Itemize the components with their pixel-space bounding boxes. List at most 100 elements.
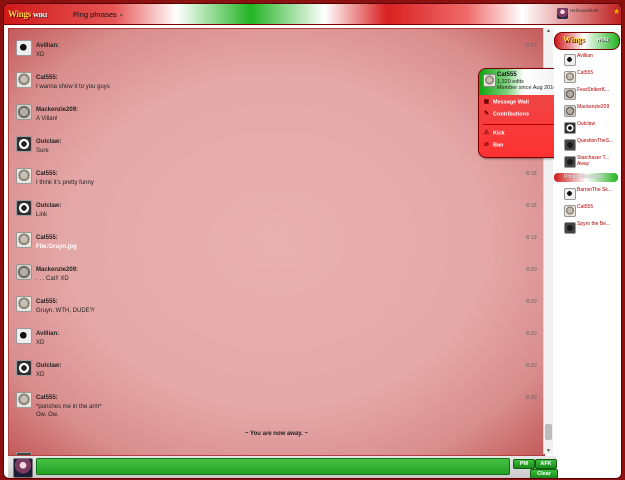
clear-button[interactable]: Clear <box>530 469 558 478</box>
contributions-icon: ✎ <box>483 111 490 117</box>
ban-icon: ⊘ <box>483 142 490 148</box>
user-avatar <box>564 105 576 117</box>
contributions-action[interactable]: ✎ Contributions <box>483 111 557 120</box>
message-avatar[interactable] <box>16 392 32 408</box>
message-avatar[interactable] <box>16 40 32 56</box>
message-timestamp: 8:17 <box>526 43 537 49</box>
user-list-sidebar: ▼ Wings WIKI Avillian Cat555 FearStrikerK.… <box>554 28 620 454</box>
chat-message: QuestionTheSandwing:8:21 <box>9 449 544 455</box>
message-text: . . . Cat!! XD <box>36 276 69 282</box>
room-title-text: Ping phrases <box>73 10 117 19</box>
ban-action[interactable]: ⊘ Ban <box>483 142 557 151</box>
wiki-logo[interactable]: Wings WIKI <box>8 7 58 21</box>
current-user-avatar[interactable] <box>557 8 568 19</box>
message-avatar[interactable] <box>16 360 32 376</box>
chat-message: Cat555: File:Gruyn.jpg 8:19 <box>9 229 544 257</box>
message-avatar[interactable] <box>16 104 32 120</box>
message-username[interactable]: Outclaw: <box>36 363 61 369</box>
chat-message: Outclaw: XD 8:20 <box>9 357 544 385</box>
message-timestamp: 8:20 <box>526 395 537 401</box>
message-username[interactable]: Cat555: <box>36 235 58 241</box>
scroll-down-icon[interactable]: ▼ <box>545 448 552 454</box>
user-name: Outclaw <box>577 121 596 127</box>
scroll-up-icon[interactable]: ▲ <box>545 28 552 34</box>
popup-member-since: Member since Aug 2014 <box>497 85 557 91</box>
chat-message: Outclaw: Link 8:18 <box>9 197 544 225</box>
sidebar-user[interactable]: Mackenzie209 <box>564 103 616 117</box>
message-username[interactable]: Cat555: <box>36 299 58 305</box>
popup-header: Cat555 1,320 edits Member since Aug 2014 <box>479 69 560 95</box>
afk-button[interactable]: AFK <box>535 459 557 469</box>
room-title[interactable]: Ping phrases ▼ <box>73 10 124 19</box>
message-text: Gruyn. WTH, DUDE?! <box>36 308 95 314</box>
sidebar-user[interactable]: Outclaw <box>564 120 616 134</box>
message-avatar[interactable] <box>16 72 32 88</box>
chat-message: Outclaw:Sure8:18 <box>9 133 544 161</box>
private-message-user[interactable]: Cat555 <box>564 203 616 217</box>
message-text: A Villan! <box>36 116 58 122</box>
user-name: Mackenzie209 <box>577 104 610 110</box>
sidebar-user[interactable]: Starchaser T... Away <box>564 154 616 168</box>
private-message-user[interactable]: Spyro the Be... <box>564 220 616 234</box>
sidebar-logo-text: Wings <box>563 35 585 44</box>
popup-username: Cat555 <box>497 72 517 78</box>
message-avatar[interactable] <box>16 328 32 344</box>
away-notice: ~ You are now away. ~ <box>244 431 309 437</box>
message-avatar[interactable] <box>16 264 32 280</box>
chat-message: Avillian: XD 8:20 <box>9 325 544 353</box>
user-avatar <box>564 54 576 66</box>
message-avatar[interactable] <box>16 200 32 216</box>
sidebar-user[interactable]: Cat555 <box>564 69 616 83</box>
user-popup: Cat555 1,320 edits Member since Aug 2014… <box>478 68 561 158</box>
user-avatar <box>564 156 576 168</box>
private-message-user[interactable]: BarronThe Sk... <box>564 186 616 200</box>
message-username[interactable]: Cat555: <box>36 75 58 81</box>
chat-message: Cat555: *punches me in the arm* Ow. Ow. 8:… <box>9 389 544 418</box>
message-username[interactable]: Avillian: <box>36 43 59 49</box>
message-wall-icon: ▣ <box>483 99 490 105</box>
message-text: Link <box>36 212 48 218</box>
message-input[interactable] <box>36 458 510 475</box>
popup-avatar <box>483 74 496 87</box>
message-username[interactable]: Mackenzie209: <box>36 267 78 273</box>
message-avatar[interactable] <box>16 168 32 184</box>
message-username[interactable]: Outclaw: <box>36 139 61 145</box>
chat-message: Cat555:I wanna show it to you guys8:17 <box>9 69 544 97</box>
current-user-name[interactable]: Hellosparklebr... <box>570 8 614 13</box>
action-label: Contributions <box>493 111 530 118</box>
message-avatar[interactable] <box>16 136 32 152</box>
message-text: Sure <box>36 148 49 154</box>
sidebar-user[interactable]: FearStrikerK... <box>564 86 616 100</box>
message-wall-action[interactable]: ▣ Message Wall <box>483 99 557 108</box>
star-icon[interactable]: ★ <box>613 8 620 16</box>
sidebar-wiki-logo[interactable]: ▼ Wings WIKI <box>554 32 620 50</box>
logo-wiki-text: WIKI <box>32 13 47 19</box>
message-text: XD <box>36 52 45 58</box>
dropdown-arrow-icon: ▼ <box>118 13 124 19</box>
chat-log[interactable]: Avillian: XD 8:17 Cat555: I wanna show it to… <box>8 28 545 456</box>
private-messages-header[interactable]: Private Messages <box>554 173 618 182</box>
sidebar-user[interactable]: Avillian <box>564 52 616 66</box>
pm-button[interactable]: PM <box>513 459 535 469</box>
kick-action[interactable]: ⚠ Kick <box>483 130 557 139</box>
chat-message: Cat555: I think it's pretty funny 8:18 <box>9 165 544 193</box>
action-label: Ban <box>493 142 504 149</box>
user-avatar <box>564 122 576 134</box>
logo-text: Wings <box>8 9 31 19</box>
message-avatar[interactable] <box>16 296 32 312</box>
message-text: *punches me in the arm* Ow. Ow. <box>36 404 102 418</box>
message-file-link[interactable]: File:Gruyn.jpg <box>36 243 77 251</box>
message-text: XD <box>36 340 45 346</box>
message-timestamp: 8:18 <box>526 171 537 177</box>
message-timestamp: 8:20 <box>526 363 537 369</box>
chat-message: Mackenzie209:A Villan!8:17 <box>9 101 544 129</box>
message-avatar[interactable] <box>16 232 32 248</box>
scroll-thumb[interactable] <box>545 424 552 440</box>
sidebar-user[interactable]: QuestionTheS... <box>564 137 616 151</box>
message-username[interactable]: Outclaw: <box>36 203 61 209</box>
message-username[interactable]: Cat555: <box>36 395 58 401</box>
user-avatar <box>564 88 576 100</box>
message-username[interactable]: Avillian: <box>36 331 59 337</box>
message-username[interactable]: Cat555: <box>36 171 58 177</box>
message-username[interactable]: Mackenzie209: <box>36 107 78 113</box>
